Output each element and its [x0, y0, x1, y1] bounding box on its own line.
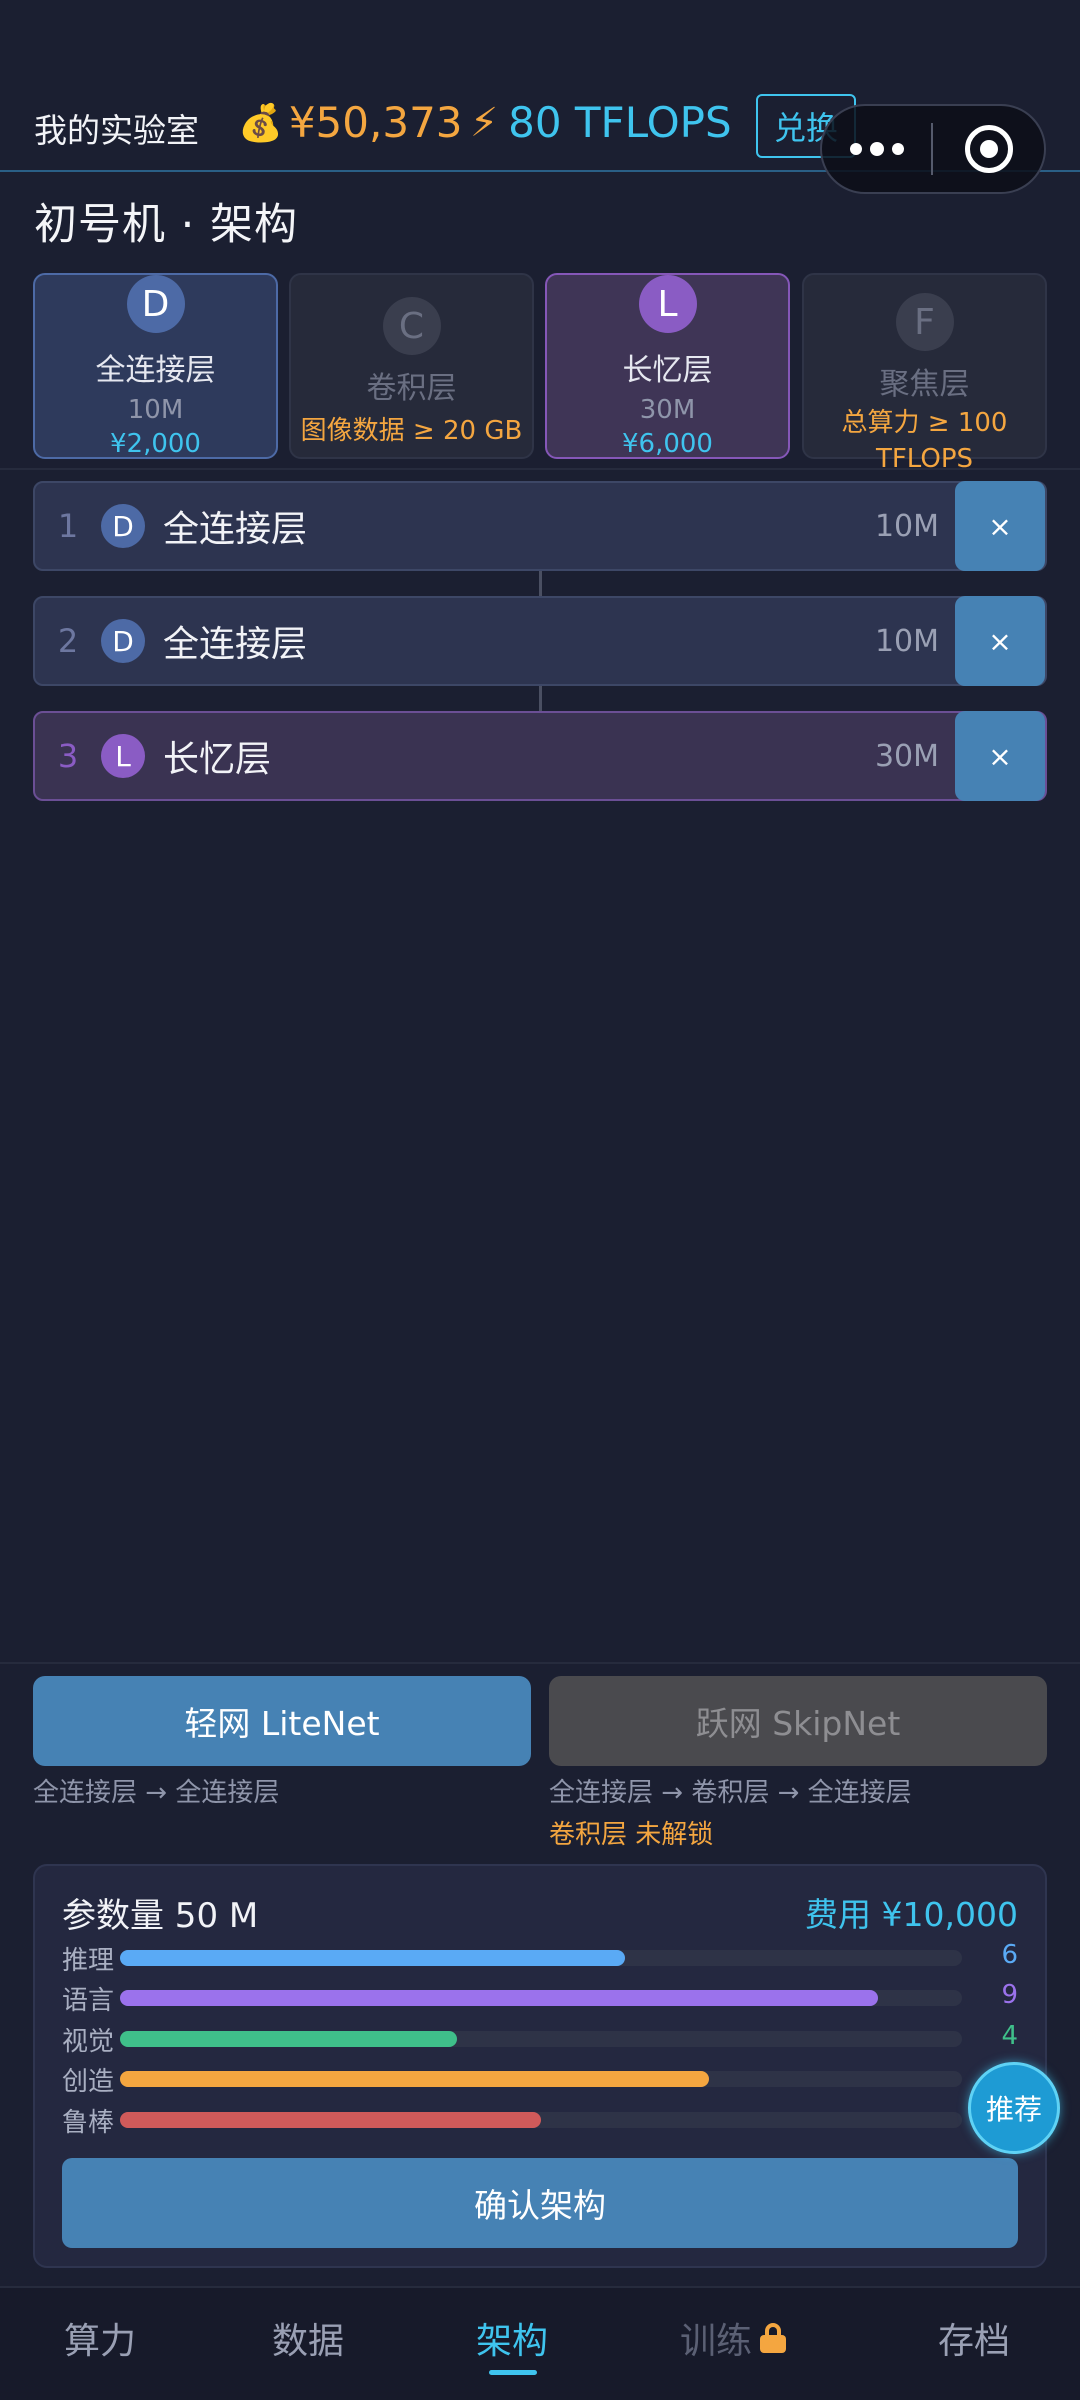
- lab-title: 我的实验室: [34, 111, 199, 150]
- preset-litenet-button[interactable]: 轻网 LiteNet: [33, 1676, 531, 1766]
- row-index: 1: [57, 507, 79, 545]
- recommend-button[interactable]: 推荐: [968, 2062, 1060, 2154]
- layer-badge: D: [126, 275, 185, 333]
- remove-layer-button[interactable]: ×: [955, 711, 1045, 801]
- unlock-requirement-line2: TFLOPS: [875, 444, 974, 474]
- tab-training-locked[interactable]: 训练: [680, 2312, 787, 2364]
- stack-row-1[interactable]: 1 D 全连接层 10M ×: [33, 481, 1047, 571]
- row-badge: D: [101, 504, 145, 548]
- stat-value: 4: [1001, 2021, 1018, 2051]
- money-value: ¥50,373: [288, 98, 463, 147]
- money-bag-icon: 💰: [238, 102, 283, 144]
- preset-litenet-desc: 全连接层 → 全连接层: [33, 1778, 280, 1808]
- layer-name: 卷积层: [366, 371, 457, 406]
- stat-label: 语言: [62, 1986, 115, 2016]
- total-cost: 费用 ¥10,000: [805, 1895, 1018, 1934]
- layer-card-attention-locked[interactable]: F 聚焦层 总算力 ≥ 100 TFLOPS: [802, 273, 1047, 474]
- stat-bar-fill: [120, 1990, 878, 2006]
- unlock-requirement: 图像数据 ≥ 20 GB: [300, 416, 523, 446]
- layer-card-lstm[interactable]: L 长忆层 30M ¥6,000: [545, 273, 790, 459]
- stack-row-3[interactable]: 3 L 长忆层 30M ×: [33, 711, 1047, 801]
- divider: [0, 1662, 1080, 1664]
- stack-connector: [539, 686, 542, 712]
- row-index: 3: [57, 737, 79, 775]
- layer-name: 聚焦层: [879, 367, 970, 402]
- stat-label: 创造: [62, 2067, 115, 2097]
- row-layer-size: 30M: [874, 738, 939, 774]
- stat-bar-fill: [120, 1950, 625, 1966]
- layer-name: 长忆层: [622, 353, 713, 388]
- layer-name: 全连接层: [95, 353, 216, 388]
- stat-bar-fill: [120, 2071, 709, 2087]
- stack-connector: [539, 571, 542, 597]
- tab-compute[interactable]: 算力: [64, 2312, 136, 2364]
- unlock-requirement-line1: 总算力 ≥ 100: [841, 408, 1008, 438]
- compute-value: 80 TFLOPS: [508, 98, 732, 147]
- stat-label: 鲁棒: [62, 2108, 115, 2138]
- preset-skipnet-button[interactable]: 跃网 SkipNet: [549, 1676, 1047, 1766]
- target-icon: [964, 125, 1013, 173]
- layer-size: 10M: [127, 395, 184, 425]
- compute-display: ⚡ 80 TFLOPS: [470, 98, 732, 147]
- parameter-count: 参数量 50 M: [62, 1896, 259, 1936]
- row-badge: L: [101, 734, 145, 778]
- row-layer-size: 10M: [874, 623, 939, 659]
- row-layer-name: 长忆层: [163, 739, 272, 780]
- preset-skipnet-desc: 全连接层 → 卷积层 → 全连接层: [549, 1778, 912, 1808]
- layer-price: ¥2,000: [110, 429, 201, 459]
- active-tab-indicator: [489, 2370, 537, 2375]
- lock-icon: [760, 2323, 787, 2353]
- divider: [0, 468, 1080, 470]
- confirm-architecture-button[interactable]: 确认架构: [62, 2158, 1018, 2248]
- row-layer-size: 10M: [874, 508, 939, 544]
- layer-size: 30M: [639, 395, 696, 425]
- stat-bar-fill: [120, 2031, 457, 2047]
- layer-card-conv-locked[interactable]: C 卷积层 图像数据 ≥ 20 GB: [289, 273, 534, 459]
- stat-label: 推理: [62, 1946, 115, 1976]
- layer-badge: C: [382, 297, 441, 355]
- layer-price: ¥6,000: [622, 429, 713, 459]
- row-index: 2: [57, 622, 79, 660]
- tab-architecture[interactable]: 架构: [476, 2312, 548, 2364]
- miniprogram-capsule: [820, 104, 1046, 194]
- row-badge: D: [101, 619, 145, 663]
- layer-card-dense[interactable]: D 全连接层 10M ¥2,000: [33, 273, 278, 459]
- money-display: 💰 ¥50,373: [238, 98, 463, 147]
- preset-skipnet-lock-note: 卷积层 未解锁: [549, 1820, 714, 1850]
- layer-badge: L: [638, 275, 697, 333]
- unlock-requirement: 总算力 ≥ 100 TFLOPS: [804, 405, 1045, 477]
- tab-save[interactable]: 存档: [938, 2312, 1010, 2364]
- row-layer-name: 全连接层: [163, 509, 308, 550]
- remove-layer-button[interactable]: ×: [955, 481, 1045, 571]
- close-miniprogram-button[interactable]: [933, 125, 1044, 173]
- stat-value: 6: [1001, 1940, 1018, 1970]
- stat-value: 9: [1001, 1980, 1018, 2010]
- lightning-icon: ⚡: [470, 99, 499, 146]
- stat-bar-fill: [120, 2112, 541, 2128]
- remove-layer-button[interactable]: ×: [955, 596, 1045, 686]
- tab-data[interactable]: 数据: [272, 2312, 344, 2364]
- stat-label: 视觉: [62, 2027, 115, 2057]
- row-layer-name: 全连接层: [163, 624, 308, 665]
- layer-badge: F: [895, 293, 954, 351]
- tab-training-label: 训练: [680, 2321, 753, 2362]
- more-options-icon[interactable]: [822, 142, 931, 156]
- page-title: 初号机 · 架构: [34, 200, 299, 250]
- stack-row-2[interactable]: 2 D 全连接层 10M ×: [33, 596, 1047, 686]
